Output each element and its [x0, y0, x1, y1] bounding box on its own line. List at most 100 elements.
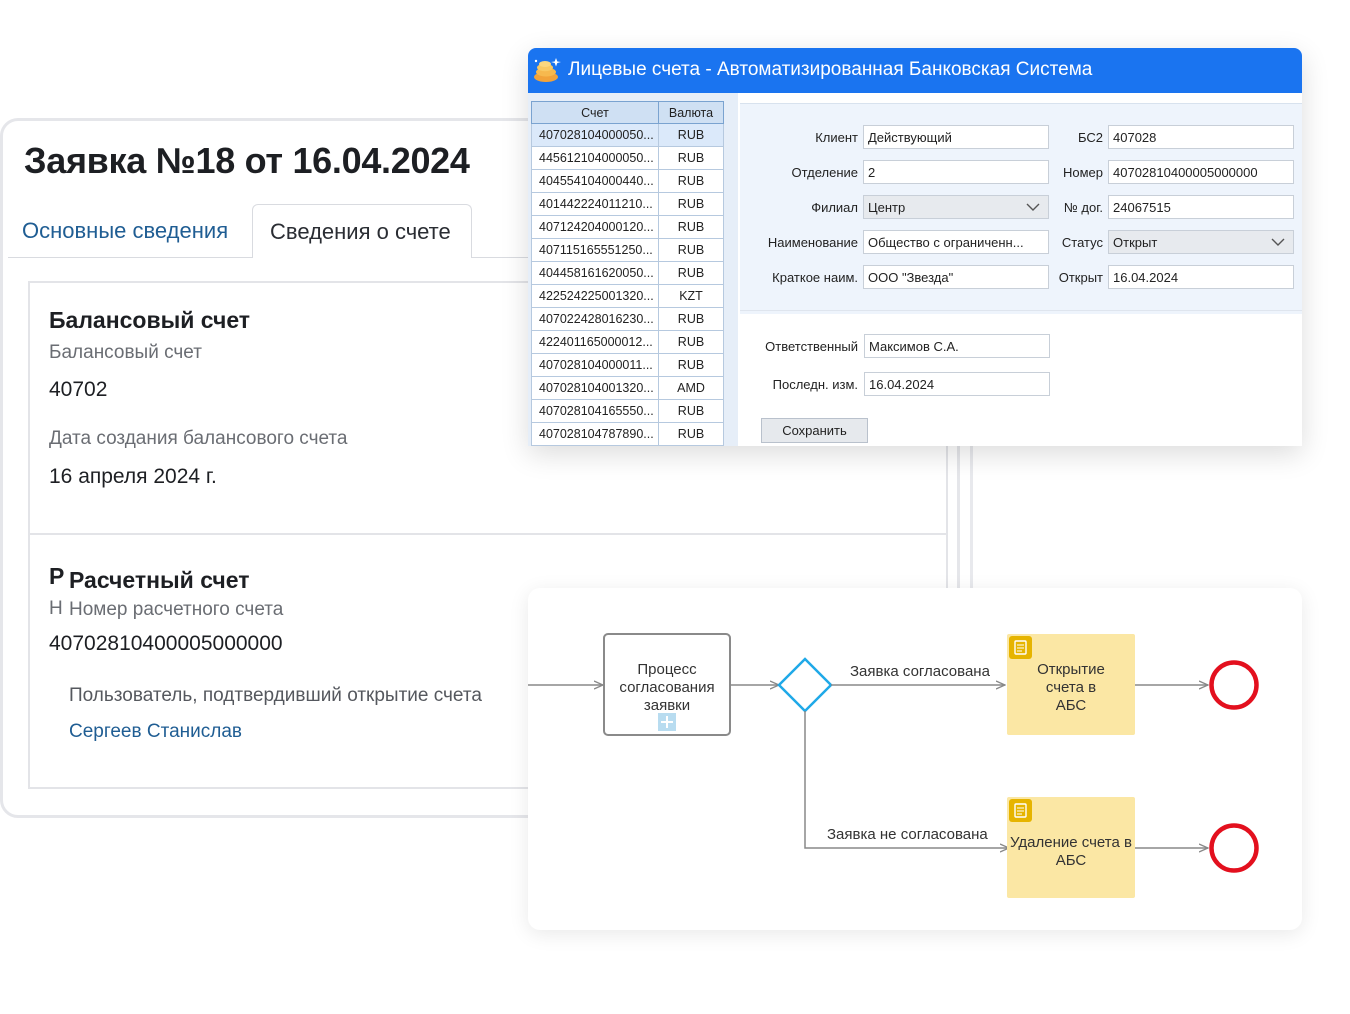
account-number-cell: 407022428016230...	[531, 307, 659, 331]
currency-cell: RUB	[658, 307, 724, 331]
table-row[interactable]: 407028104000050... RUB	[531, 123, 724, 147]
opened-label: Открыт	[1058, 270, 1103, 285]
form-divider	[740, 310, 1302, 311]
account-number-cell: 407028104000050...	[531, 123, 659, 147]
exclusive-gateway[interactable]	[777, 657, 833, 713]
tab-account-info[interactable]: Сведения о счете	[252, 204, 472, 258]
table-row[interactable]: 407028104000011... RUB	[531, 353, 724, 377]
settlement-number-value: 40702810400005000000	[49, 632, 283, 655]
account-number-cell: 407028104787890...	[531, 422, 659, 446]
balance-account-value: 40702	[49, 378, 108, 401]
task-open-label: Открытие счета в АБС	[1037, 661, 1105, 714]
contract-field[interactable]: 24067515	[1108, 195, 1294, 219]
status-select-value: Открыт	[1113, 235, 1158, 250]
currency-cell: RUB	[658, 169, 724, 193]
account-number-cell: 407028104165550...	[531, 399, 659, 423]
column-header-currency[interactable]: Валюта	[658, 101, 724, 124]
tabs-divider	[472, 257, 532, 258]
settlement-number-label: Номер расчетного счета	[69, 599, 284, 620]
account-number-cell: 404554104000440...	[531, 169, 659, 193]
currency-cell: AMD	[658, 376, 724, 400]
bs2-field[interactable]: 407028	[1108, 125, 1294, 149]
department-label: Отделение	[791, 165, 858, 180]
account-number-cell: 422524225001320...	[531, 284, 659, 308]
currency-cell: RUB	[658, 123, 724, 147]
settlement-label-behind: Н	[49, 598, 63, 619]
currency-cell: RUB	[658, 146, 724, 170]
balance-account-heading: Балансовый счет	[49, 307, 251, 333]
short-name-label: Краткое наим.	[772, 270, 858, 285]
currency-cell: RUB	[658, 399, 724, 423]
number-field[interactable]: 40702810400005000000	[1108, 160, 1294, 184]
currency-cell: RUB	[658, 261, 724, 285]
table-row[interactable]: 404554104000440... RUB	[531, 169, 724, 193]
table-row[interactable]: 422401165000012... RUB	[531, 330, 724, 354]
account-number-cell: 401442224011210...	[531, 192, 659, 216]
status-select[interactable]: Открыт	[1108, 230, 1294, 254]
confirm-user-label: Пользователь, подтвердивший открытие сче…	[69, 685, 482, 706]
currency-cell: RUB	[658, 238, 724, 262]
client-field[interactable]: Действующий	[863, 125, 1049, 149]
end-event[interactable]	[1209, 823, 1259, 873]
bpmn-canvas	[528, 633, 1259, 898]
branch-label: Филиал	[811, 200, 858, 215]
number-label: Номер	[1062, 165, 1103, 180]
currency-cell: KZT	[658, 284, 724, 308]
account-number-cell: 445612104000050...	[531, 146, 659, 170]
task-approval-label: Процесс согласования заявки	[619, 661, 715, 714]
account-number-cell: 422401165000012...	[531, 330, 659, 354]
balance-account-label: Балансовый счет	[49, 342, 202, 363]
short-name-field[interactable]: ООО "Звезда"	[863, 265, 1049, 289]
client-label: Клиент	[815, 130, 858, 145]
page-title: Заявка №18 от 16.04.2024	[24, 140, 470, 181]
settlement-heading: Расчетный счет	[69, 567, 250, 593]
coins-logo-icon	[534, 58, 561, 82]
currency-cell: RUB	[658, 192, 724, 216]
currency-cell: RUB	[658, 330, 724, 354]
opened-field[interactable]: 16.04.2024	[1108, 265, 1294, 289]
last-change-label: Последн. изм.	[772, 377, 858, 392]
branch-select[interactable]: Центр	[863, 195, 1049, 219]
table-row[interactable]: 404458161620050... RUB	[531, 261, 724, 285]
table-row[interactable]: 445612104000050... RUB	[531, 146, 724, 170]
name-field[interactable]: Общество с ограниченн...	[863, 230, 1049, 254]
table-row[interactable]: 401442224011210... RUB	[531, 192, 724, 216]
save-button[interactable]: Сохранить	[761, 418, 868, 443]
table-row[interactable]: 407028104787890... RUB	[531, 422, 724, 446]
table-row[interactable]: 407124204000120... RUB	[531, 215, 724, 239]
table-row[interactable]: 407022428016230... RUB	[531, 307, 724, 331]
currency-cell: RUB	[658, 215, 724, 239]
flow-rejected-label: Заявка не согласована	[827, 826, 988, 843]
abs-window-title: Лицевые счета - Автоматизированная Банко…	[568, 59, 1093, 80]
balance-date-label: Дата создания балансового счета	[49, 428, 348, 449]
panel-border	[946, 445, 948, 595]
confirm-user-link[interactable]: Сергеев Станислав	[69, 721, 242, 743]
scroll-track	[970, 440, 973, 590]
table-row[interactable]: 422524225001320... KZT	[531, 284, 724, 308]
flow-approved-label: Заявка согласована	[850, 663, 990, 680]
responsible-field[interactable]: Максимов С.А.	[864, 334, 1050, 358]
tabs-divider	[8, 257, 252, 258]
bs2-label: БС2	[1077, 130, 1103, 145]
status-label: Статус	[1061, 235, 1103, 250]
settlement-heading-behind: Р	[49, 563, 65, 589]
end-event[interactable]	[1209, 660, 1259, 710]
balance-date-value: 16 апреля 2024 г.	[49, 465, 217, 488]
currency-cell: RUB	[658, 353, 724, 377]
responsible-label: Ответственный	[765, 339, 858, 354]
department-field[interactable]: 2	[863, 160, 1049, 184]
bpmn-diagram: Процесс согласования заявки Заявка согла…	[528, 588, 1302, 930]
column-header-account[interactable]: Счет	[531, 101, 659, 124]
table-row[interactable]: 407028104001320... AMD	[531, 376, 724, 400]
table-row[interactable]: 407115165551250... RUB	[531, 238, 724, 262]
account-number-cell: 407115165551250...	[531, 238, 659, 262]
abs-window: Лицевые счета - Автоматизированная Банко…	[528, 48, 1302, 446]
account-number-cell: 407124204000120...	[531, 215, 659, 239]
contract-label: № дог.	[1063, 200, 1103, 215]
table-row[interactable]: 407028104165550... RUB	[531, 399, 724, 423]
chevron-down-icon	[1271, 238, 1285, 246]
last-change-field[interactable]: 16.04.2024	[864, 372, 1050, 396]
accounts-table: Счет Валюта 407028104000050... RUB 445612…	[531, 101, 724, 446]
branch-select-value: Центр	[868, 200, 906, 215]
tab-main-info[interactable]: Основные сведения	[22, 218, 228, 244]
